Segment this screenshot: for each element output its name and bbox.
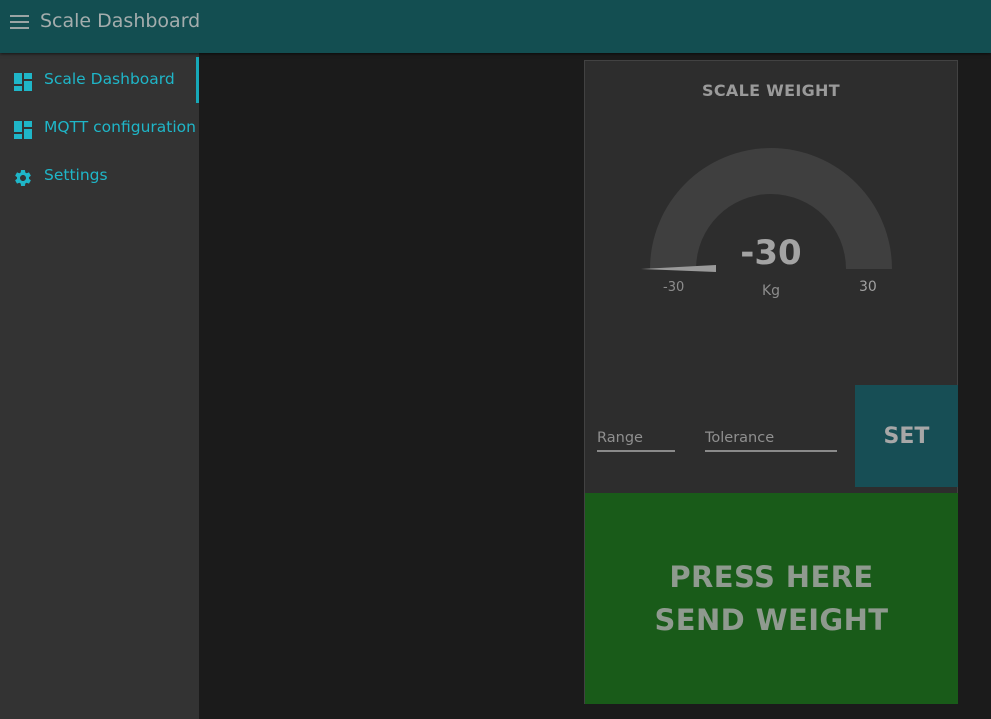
tolerance-field [705, 427, 837, 452]
app-title: Scale Dashboard [40, 10, 201, 32]
send-weight-button[interactable]: PRESS HERE SEND WEIGHT [585, 493, 958, 704]
dashboard-icon [14, 121, 32, 139]
sidebar-item-label: Scale Dashboard [44, 70, 175, 88]
gear-icon [15, 170, 31, 186]
app-header: Scale Dashboard [0, 0, 991, 53]
range-field [597, 427, 675, 452]
hamburger-menu-icon[interactable] [10, 13, 30, 31]
sidebar: Scale Dashboard MQTT configuration Setti… [0, 53, 199, 719]
send-button-line-2: SEND WEIGHT [654, 602, 889, 637]
card-title: SCALE WEIGHT [702, 81, 840, 100]
send-button-line-1: PRESS HERE [669, 559, 874, 594]
sidebar-item-settings[interactable]: Settings [0, 151, 199, 199]
gauge-min-label: -30 [663, 280, 685, 295]
sidebar-item-scale-dashboard[interactable]: Scale Dashboard [0, 55, 199, 103]
gauge-unit: Kg [761, 283, 781, 299]
sidebar-item-mqtt-configuration[interactable]: MQTT configuration [0, 103, 199, 151]
range-input[interactable] [597, 427, 675, 449]
gauge-max-label: 30 [859, 279, 877, 295]
tolerance-input[interactable] [705, 427, 837, 449]
set-button[interactable]: SET [855, 385, 958, 487]
dashboard-icon [14, 73, 32, 91]
sidebar-item-label: Settings [44, 166, 108, 184]
scale-weight-card: SCALE WEIGHT -30 Kg -30 30 SET PRESS HER… [584, 60, 958, 704]
gauge-value: -30 [740, 233, 802, 273]
sidebar-item-label: MQTT configuration [44, 118, 196, 136]
